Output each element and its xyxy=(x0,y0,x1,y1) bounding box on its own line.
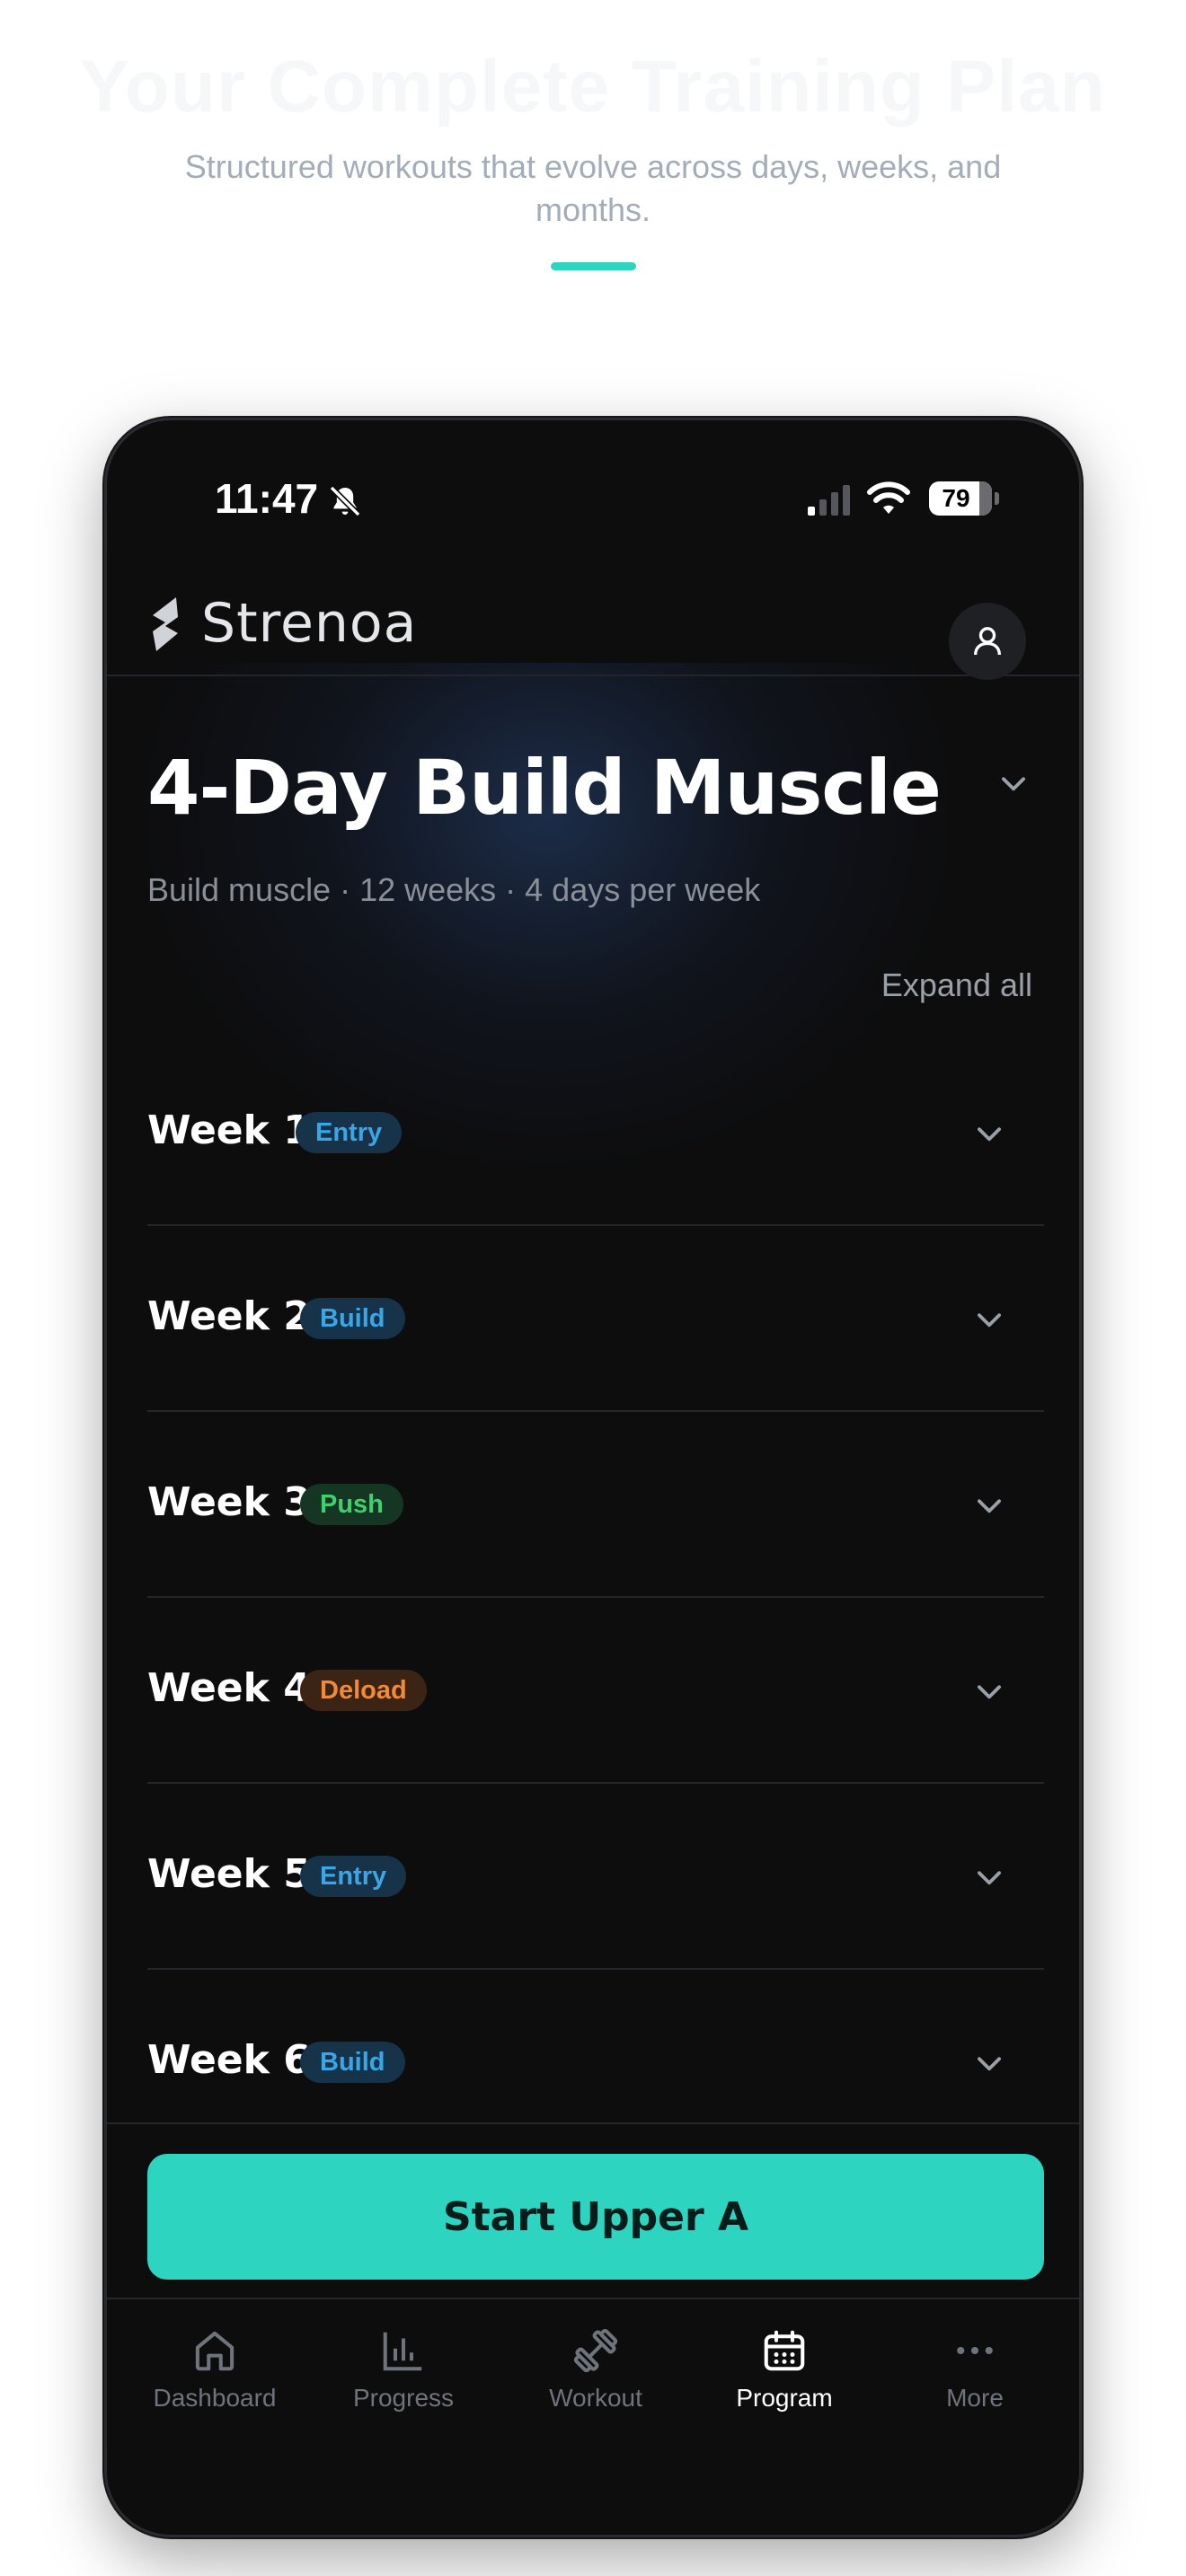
wifi-icon xyxy=(867,481,910,514)
tab-dashboard[interactable]: Dashboard xyxy=(125,2326,305,2413)
week-row[interactable]: Week 5 Entry xyxy=(147,1784,1044,1970)
weeks-list: Week 1 Entry Week 2 Build Week 3 Push We… xyxy=(147,1040,1044,2156)
chevron-down-icon xyxy=(978,2057,1001,2071)
program-title: 4-Day Build Muscle xyxy=(147,744,942,832)
tab-label: Workout xyxy=(549,2384,642,2412)
chevron-down-icon xyxy=(978,1871,1001,1885)
week-label: Week 1 xyxy=(147,1107,311,1153)
expand-all-button[interactable]: Expand all xyxy=(808,966,1032,1004)
tab-label: Progress xyxy=(352,2384,455,2412)
tab-label: Dashboard xyxy=(153,2384,277,2412)
cta-area: Start Upper A xyxy=(107,2122,1079,2296)
week-row[interactable]: Week 1 Entry xyxy=(147,1040,1044,1226)
tab-more[interactable]: More xyxy=(885,2326,1065,2413)
week-phase-badge: Deload xyxy=(300,1670,427,1711)
week-phase-badge: Build xyxy=(300,2042,405,2083)
hero-accent-underline xyxy=(551,262,636,270)
chevron-down-icon xyxy=(978,1127,1001,1142)
week-label: Week 3 xyxy=(147,1479,311,1525)
battery-icon: 79 xyxy=(929,481,992,516)
tab-label: Program xyxy=(736,2384,833,2412)
more-icon xyxy=(957,2346,993,2355)
chevron-down-icon xyxy=(978,1313,1001,1328)
chevron-down-icon xyxy=(978,1685,1001,1699)
week-label: Week 2 xyxy=(147,1293,311,1339)
battery-nub xyxy=(995,492,999,505)
week-row[interactable]: Week 3 Push xyxy=(147,1412,1044,1598)
chevron-down-icon[interactable] xyxy=(996,766,1031,800)
week-phase-badge: Entry xyxy=(296,1112,403,1153)
tab-progress[interactable]: Progress xyxy=(314,2326,493,2413)
tab-program[interactable]: Program xyxy=(695,2326,874,2413)
hero-title: Your Complete Training Plan xyxy=(80,46,1106,128)
status-time: 11:47 xyxy=(215,475,319,522)
week-label: Week 6 xyxy=(147,2037,311,2083)
week-row[interactable]: Week 2 Build xyxy=(147,1226,1044,1412)
program-meta: Build muscle · 12 weeks · 4 days per wee… xyxy=(147,871,761,908)
bell-slash-icon xyxy=(329,485,361,517)
week-phase-badge: Push xyxy=(300,1484,403,1525)
tab-label: More xyxy=(946,2384,1004,2412)
bar-chart-icon xyxy=(383,2332,422,2371)
signal-icon xyxy=(808,485,850,516)
hero-subtitle: Structured workouts that evolve across d… xyxy=(184,148,1002,228)
calendar-icon xyxy=(764,2330,805,2371)
week-label: Week 4 xyxy=(147,1665,311,1711)
app-name: Strenoa xyxy=(201,592,418,655)
week-phase-badge: Entry xyxy=(300,1856,407,1897)
user-icon xyxy=(974,627,1001,656)
chevron-down-icon xyxy=(978,1499,1001,1513)
phone-frame: 11:47 79 Strenoa 4-Day Build Muscle Buil… xyxy=(104,418,1082,2537)
week-row[interactable]: Week 4 Deload xyxy=(147,1598,1044,1784)
start-workout-button[interactable]: Start Upper A xyxy=(147,2154,1044,2280)
week-phase-badge: Build xyxy=(300,1298,405,1339)
tab-bar: Dashboard Progress Workout Program More xyxy=(107,2298,1079,2535)
dumbbell-icon xyxy=(573,2328,618,2373)
home-icon xyxy=(195,2331,235,2371)
app-header: Strenoa xyxy=(107,578,1079,680)
profile-button[interactable] xyxy=(949,603,1026,680)
week-label: Week 5 xyxy=(147,1851,311,1897)
battery-level: 79 xyxy=(942,484,970,512)
tab-workout[interactable]: Workout xyxy=(506,2326,686,2413)
strenoa-logo-icon xyxy=(153,597,178,651)
